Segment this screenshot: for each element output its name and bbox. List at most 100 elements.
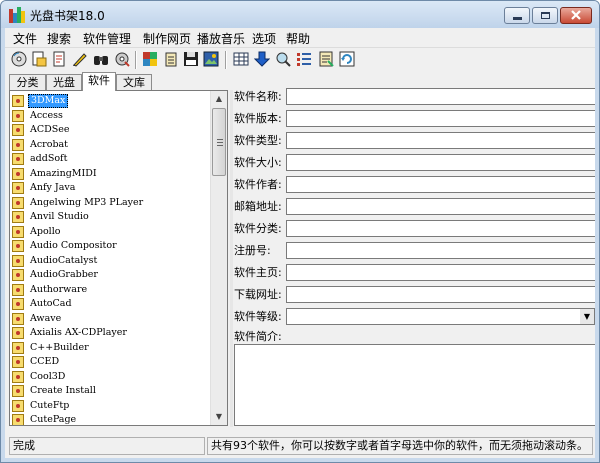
registration-number-field[interactable] — [286, 242, 595, 259]
software-icon — [12, 225, 24, 238]
software-author-label: 软件作者: — [234, 178, 282, 191]
list-item-label: AudioCatalyst — [30, 254, 98, 266]
status-hint: 共有93个软件，你可以按数字或者首字母选中你的软件，而无须拖动滚动条。 — [207, 437, 593, 455]
software-version-field[interactable] — [286, 110, 595, 127]
window-title: 光盘书架18.0 — [30, 9, 105, 23]
menu-file[interactable]: 文件 — [13, 30, 37, 47]
vertical-scrollbar[interactable]: ▲ ▼ — [210, 91, 227, 425]
maximize-icon — [541, 12, 550, 19]
cd-icon[interactable] — [11, 51, 27, 67]
email-field[interactable] — [286, 198, 595, 215]
list-item-label: Anvil Studio — [30, 211, 89, 222]
registration-number-label: 注册号: — [234, 244, 271, 257]
software-icon — [12, 414, 24, 425]
save-disk-icon[interactable] — [183, 51, 199, 67]
list-item-label: addSoft — [30, 153, 68, 164]
tab-library[interactable]: 文库 — [116, 74, 152, 90]
software-category-label: 软件分类: — [234, 222, 282, 235]
software-icon — [12, 356, 24, 368]
homepage-field[interactable] — [286, 264, 595, 281]
list-item-label: Angelwing MP3 PLayer — [30, 196, 144, 208]
software-description-textarea[interactable] — [234, 344, 595, 426]
notepad-icon[interactable] — [163, 51, 179, 67]
maximize-button[interactable] — [532, 7, 558, 24]
refresh-icon[interactable] — [339, 51, 355, 67]
binoculars-icon[interactable] — [93, 51, 109, 67]
color-palette-icon[interactable] — [142, 51, 158, 67]
toolbar-separator — [225, 51, 227, 69]
table-icon[interactable] — [233, 51, 249, 67]
menu-play-music[interactable]: 播放音乐 — [197, 30, 245, 47]
edit-pencil-icon[interactable] — [71, 51, 87, 67]
software-type-field[interactable] — [286, 132, 595, 149]
software-icon — [12, 399, 24, 412]
list-item-label: Access — [30, 109, 63, 121]
menu-search[interactable]: 搜索 — [47, 30, 71, 47]
chevron-down-icon[interactable]: ▼ — [580, 309, 594, 324]
tab-category[interactable]: 分类 — [9, 74, 46, 90]
software-icon — [12, 182, 24, 194]
open-folder-icon[interactable] — [31, 51, 47, 67]
minimize-button[interactable] — [504, 7, 530, 24]
list-item-label: AutoCad — [30, 298, 72, 309]
list-item-label: Axialis AX-CDPlayer — [30, 327, 127, 338]
list-item-label: C++Builder — [30, 341, 89, 353]
close-button[interactable] — [560, 7, 592, 24]
cd-burn-icon[interactable] — [114, 51, 130, 67]
title-bar[interactable]: 光盘书架18.0 — [1, 1, 599, 28]
down-arrow-icon[interactable] — [253, 51, 271, 67]
software-icon — [12, 196, 24, 209]
tab-software[interactable]: 软件 — [82, 72, 116, 91]
list-item-label: CCED — [30, 356, 60, 367]
software-type-label: 软件类型: — [234, 134, 282, 147]
software-icon — [12, 312, 24, 325]
toolbar — [5, 47, 595, 72]
scroll-thumb[interactable] — [212, 108, 226, 176]
find-icon[interactable] — [275, 51, 291, 67]
software-icon — [12, 211, 24, 223]
minimize-icon — [513, 17, 522, 20]
list-icon[interactable] — [296, 51, 312, 67]
list-item-label: Awave — [30, 312, 62, 324]
software-icon — [12, 95, 24, 107]
menu-options[interactable]: 选项 — [252, 30, 276, 47]
software-category-field[interactable] — [286, 220, 595, 237]
software-name-field[interactable] — [286, 88, 595, 105]
email-label: 邮箱地址: — [234, 200, 282, 213]
software-level-select[interactable]: ▼ — [286, 308, 595, 325]
download-url-field[interactable] — [286, 286, 595, 303]
pane-splitter[interactable] — [230, 90, 233, 427]
menu-make-webpage[interactable]: 制作网页 — [143, 30, 191, 47]
list-item-label: AudioGrabber — [30, 269, 98, 280]
menu-bar: 文件 搜索 软件管理 制作网页 播放音乐 选项 帮助 — [5, 28, 595, 46]
menu-software-manage[interactable]: 软件管理 — [83, 30, 131, 47]
list-item-label: Cool3D — [30, 370, 66, 382]
status-bar: 完成 共有93个软件，你可以按数字或者首字母选中你的软件，而无须拖动滚动条。 — [5, 435, 595, 457]
toolbar-separator — [135, 51, 137, 69]
software-description-label: 软件简介: — [234, 330, 282, 343]
client-area: 文件 搜索 软件管理 制作网页 播放音乐 选项 帮助 分类 光盘 软件 文库 3… — [5, 28, 595, 458]
tab-disc[interactable]: 光盘 — [46, 74, 82, 90]
software-size-field[interactable] — [286, 154, 595, 171]
list-item-label: Apollo — [30, 225, 61, 237]
software-author-field[interactable] — [286, 176, 595, 193]
list-item-label: ACDSee — [30, 124, 70, 135]
list-item-label: Acrobat — [30, 138, 69, 150]
image-icon[interactable] — [203, 51, 219, 67]
software-name-label: 软件名称: — [234, 90, 282, 103]
tab-strip: 分类 光盘 软件 文库 — [5, 72, 229, 91]
software-version-label: 软件版本: — [234, 112, 282, 125]
list-item-label: Audio Compositor — [30, 240, 117, 251]
list-item-label: Create Install — [30, 385, 96, 396]
close-icon — [571, 10, 581, 20]
app-logo-icon — [9, 7, 25, 23]
scroll-down-button[interactable]: ▼ — [211, 409, 227, 425]
menu-help[interactable]: 帮助 — [286, 30, 310, 47]
software-icon — [12, 283, 24, 296]
scroll-up-button[interactable]: ▲ — [211, 91, 227, 107]
software-listbox[interactable]: 3DMax Access ACDSee Acrobat addSoft Amaz… — [9, 90, 228, 426]
new-file-icon[interactable] — [51, 51, 67, 67]
status-text: 完成 — [9, 437, 205, 455]
properties-icon[interactable] — [318, 51, 334, 67]
list-item-label: 3DMax — [28, 94, 69, 108]
